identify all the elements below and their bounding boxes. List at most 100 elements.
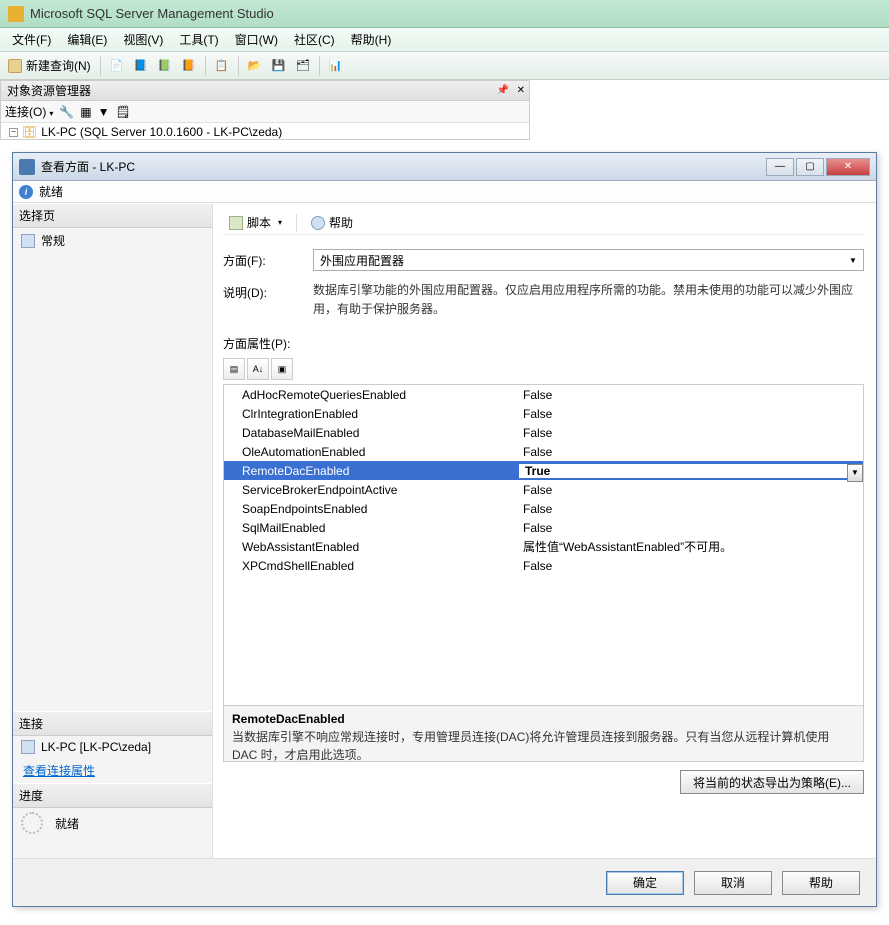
property-name: DatabaseMailEnabled [224,426,519,440]
ok-button[interactable]: 确定 [606,871,684,895]
property-value[interactable]: False [519,559,863,573]
server-icon: 🗄 [22,125,37,139]
page-general[interactable]: 常规 [13,228,212,253]
property-value[interactable]: 属性值“WebAssistantEnabled”不可用。 [519,538,863,555]
progress-ready: 就绪 [55,815,79,832]
dialog-body: 选择页 常规 连接 LK-PC [LK-PC\zeda] 查看连接属性 进度 就… [13,203,876,858]
menu-tools[interactable]: 工具(T) [171,29,226,50]
facet-label: 方面(F): [223,249,313,269]
property-name: ClrIntegrationEnabled [224,407,519,421]
property-name: WebAssistantEnabled [224,540,519,554]
property-name: AdHocRemoteQueriesEnabled [224,388,519,402]
property-name: OleAutomationEnabled [224,445,519,459]
property-grid-toolbar: ▤ A↓ ▣ [223,358,864,380]
new-query-button[interactable]: 新建查询(N) [4,57,95,74]
facets-dialog: 查看方面 - LK-PC — ▢ ✕ i 就绪 选择页 常规 连接 LK-PC … [12,152,877,907]
categorize-icon[interactable]: ▤ [223,358,245,380]
property-row[interactable]: RemoteDacEnabledTrue▼ [224,461,863,480]
minimize-button[interactable]: — [766,158,794,176]
sort-az-icon[interactable]: A↓ [247,358,269,380]
props-pages-icon[interactable]: ▣ [271,358,293,380]
help-icon [311,216,325,230]
connection-value: LK-PC [LK-PC\zeda] [41,740,151,754]
property-value[interactable]: True▼ [519,464,863,478]
chevron-down-icon[interactable]: ▼ [847,464,863,482]
app-title: Microsoft SQL Server Management Studio [30,6,274,21]
new-query-label: 新建查询(N) [26,57,91,74]
menu-file[interactable]: 文件(F) [4,29,59,50]
script-button[interactable]: 脚本 [223,212,288,233]
property-value[interactable]: False [519,502,863,516]
save-all-icon[interactable]: 🗂 [292,55,314,77]
property-name: RemoteDacEnabled [224,464,519,478]
server-node[interactable]: LK-PC (SQL Server 10.0.1600 - LK-PC\zeda… [41,125,282,139]
connect-dropdown[interactable]: 连接(O) [5,103,53,120]
cancel-button[interactable]: 取消 [694,871,772,895]
export-policy-button[interactable]: 将当前的状态导出为策略(E)... [680,770,864,794]
property-value[interactable]: False [519,483,863,497]
property-row[interactable]: WebAssistantEnabled属性值“WebAssistantEnabl… [224,537,863,556]
open-icon[interactable]: 📂 [244,55,266,77]
property-value[interactable]: False [519,521,863,535]
property-row[interactable]: DatabaseMailEnabledFalse [224,423,863,442]
oe-btn-2[interactable]: ▦ [80,105,91,119]
dialog-status-text: 就绪 [39,183,63,200]
chevron-down-icon[interactable]: ▼ [845,251,861,269]
dialog-titlebar[interactable]: 查看方面 - LK-PC — ▢ ✕ [13,153,876,181]
tree-expand-icon[interactable]: − [9,128,18,137]
spinner-icon [21,812,43,834]
app-icon [8,6,24,22]
page-general-label: 常规 [41,232,65,249]
toolbar-btn-1[interactable]: 📄 [106,55,128,77]
save-icon[interactable]: 💾 [268,55,290,77]
toolbar-sep [100,56,101,76]
property-row[interactable]: AdHocRemoteQueriesEnabledFalse [224,385,863,404]
connection-value-row: LK-PC [LK-PC\zeda] [13,736,212,758]
script-label: 脚本 [247,214,271,231]
facet-row: 方面(F): 外围应用配置器 ▼ [223,249,864,271]
oe-btn-1[interactable]: 🔧 [59,105,74,119]
property-row[interactable]: XPCmdShellEnabledFalse [224,556,863,575]
right-help-button[interactable]: 帮助 [305,212,359,233]
property-row[interactable]: SqlMailEnabledFalse [224,518,863,537]
property-row[interactable]: ServiceBrokerEndpointActiveFalse [224,480,863,499]
toolbar-btn-4[interactable]: 📙 [178,55,200,77]
dialog-status-bar: i 就绪 [13,181,876,203]
toolbar-btn-3[interactable]: 📗 [154,55,176,77]
progress-row: 就绪 [13,808,212,838]
property-help: RemoteDacEnabled 当数据库引擎不响应常规连接时，专用管理员连接(… [223,706,864,762]
property-row[interactable]: OleAutomationEnabledFalse [224,442,863,461]
pin-icon[interactable]: 📌 [497,85,509,96]
property-value[interactable]: False [519,388,863,402]
menu-window[interactable]: 窗口(W) [227,29,286,50]
view-connection-properties-link[interactable]: 查看连接属性 [13,758,212,783]
facet-combo[interactable]: 外围应用配置器 ▼ [313,249,864,271]
activity-icon[interactable]: 📊 [325,55,347,77]
help-button[interactable]: 帮助 [782,871,860,895]
property-value[interactable]: False [519,445,863,459]
new-query-icon [8,59,22,73]
property-name: SqlMailEnabled [224,521,519,535]
filter-icon[interactable]: ▼ [98,105,110,119]
close-icon[interactable]: ✕ [517,85,525,96]
menu-community[interactable]: 社区(C) [286,29,343,50]
oe-btn-4[interactable]: 🗒 [116,105,131,119]
menu-edit[interactable]: 编辑(E) [59,29,115,50]
menu-view[interactable]: 视图(V) [115,29,171,50]
object-explorer: 对象资源管理器 📌 ✕ 连接(O) 🔧 ▦ ▼ 🗒 − 🗄 LK-PC (SQL… [0,80,530,140]
toolbar-btn-2[interactable]: 📘 [130,55,152,77]
dialog-left-panel: 选择页 常规 连接 LK-PC [LK-PC\zeda] 查看连接属性 进度 就… [13,203,213,858]
property-row[interactable]: ClrIntegrationEnabledFalse [224,404,863,423]
toolbar-sep [205,56,206,76]
property-value[interactable]: False [519,426,863,440]
script-icon [229,216,243,230]
property-row[interactable]: SoapEndpointsEnabledFalse [224,499,863,518]
maximize-button[interactable]: ▢ [796,158,824,176]
property-grid[interactable]: AdHocRemoteQueriesEnabledFalseClrIntegra… [223,384,864,706]
close-button[interactable]: ✕ [826,158,870,176]
property-value[interactable]: False [519,407,863,421]
toolbar-btn-5[interactable]: 📋 [211,55,233,77]
menu-help[interactable]: 帮助(H) [343,29,400,50]
info-icon: i [19,185,33,199]
connection-header: 连接 [13,711,212,736]
